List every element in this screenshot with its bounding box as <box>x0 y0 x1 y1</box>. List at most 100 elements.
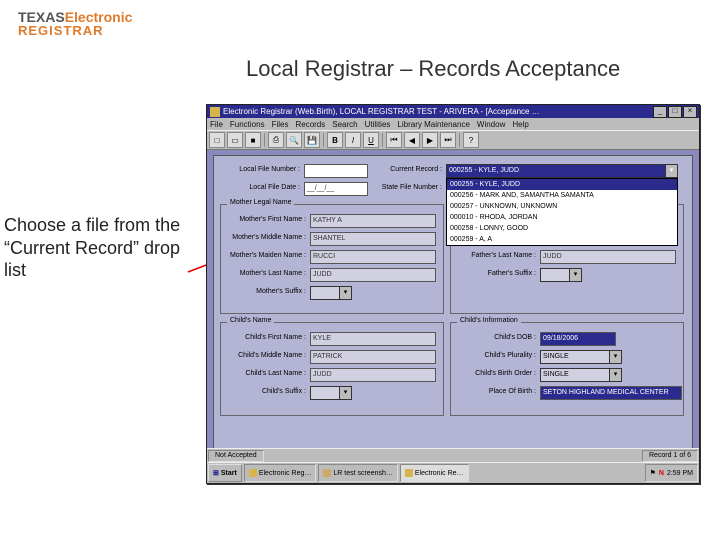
minimize-button[interactable]: _ <box>653 106 667 118</box>
instruction-text: Choose a file from the “Current Record” … <box>4 214 188 282</box>
bold-icon[interactable]: B <box>327 132 343 148</box>
mother-last-field[interactable]: JUDD <box>310 268 436 282</box>
taskbar-task[interactable]: Electronic Reg… <box>244 464 317 482</box>
current-record-combo[interactable]: 000255 - KYLE, JUDD ▾ <box>446 164 678 178</box>
child-last-field[interactable]: JUDD <box>310 368 436 382</box>
child-first-label: Child's First Name : <box>224 334 306 341</box>
menu-utilities[interactable]: Utilities <box>365 120 391 129</box>
menu-window[interactable]: Window <box>477 120 505 129</box>
father-last-field[interactable]: JUDD <box>540 250 676 264</box>
new-icon[interactable]: □ <box>209 132 225 148</box>
save-icon[interactable]: ■ <box>245 132 261 148</box>
chevron-down-icon[interactable]: ▾ <box>609 369 621 381</box>
child-plurality-combo[interactable]: SINGLE▾ <box>540 350 622 364</box>
toolbar-divider <box>382 133 383 147</box>
local-file-date-field[interactable]: __/__/__ <box>304 182 368 196</box>
texas-electronic-registrar-logo: TEXASElectronic REGISTRAR <box>18 10 132 37</box>
chevron-down-icon[interactable]: ▾ <box>665 165 677 177</box>
start-button[interactable]: ⊞ Start <box>208 464 242 482</box>
father-suffix-combo[interactable]: ▾ <box>540 268 582 282</box>
local-file-date-label: Local File Date : <box>220 184 300 191</box>
print-icon[interactable]: ⎙ <box>268 132 284 148</box>
menubar: File Functions Files Records Search Util… <box>207 118 699 130</box>
toolbar-divider <box>459 133 460 147</box>
clock: 2:59 PM <box>667 470 693 477</box>
app-icon <box>249 469 257 477</box>
mother-last-label: Mother's Last Name : <box>224 270 306 277</box>
maximize-button[interactable]: □ <box>668 106 682 118</box>
titlebar: Electronic Registrar (Web.Birth), LOCAL … <box>207 105 699 118</box>
dropdown-option[interactable]: 000258 - LONNY, GOOD <box>447 223 677 234</box>
child-info-title: Child's Information <box>457 317 521 324</box>
mother-first-label: Mother's First Name : <box>224 216 306 223</box>
child-group-title: Child's Name <box>227 317 274 324</box>
system-tray[interactable]: ⚑ N 2:59 PM <box>645 464 698 482</box>
window-title: Electronic Registrar (Web.Birth), LOCAL … <box>223 107 653 116</box>
mother-suffix-label: Mother's Suffix : <box>224 288 306 295</box>
dropdown-option[interactable]: 000010 - RHODA, JORDAN <box>447 212 677 223</box>
menu-functions[interactable]: Functions <box>230 120 265 129</box>
windows-icon: ⊞ <box>213 469 219 477</box>
taskbar-task[interactable]: LR test screensh… <box>318 464 398 482</box>
open-icon[interactable]: ▭ <box>227 132 243 148</box>
father-last-label: Father's Last Name : <box>454 252 536 259</box>
menu-search[interactable]: Search <box>332 120 357 129</box>
first-record-icon[interactable]: ⏮ <box>386 132 402 148</box>
child-dob-field[interactable]: 09/18/2006 <box>540 332 616 346</box>
last-record-icon[interactable]: ⏭ <box>440 132 456 148</box>
slide-title: Local Registrar – Records Acceptance <box>246 56 620 82</box>
menu-library[interactable]: Library Maintenance <box>397 120 469 129</box>
disk-icon[interactable]: 💾 <box>304 132 320 148</box>
chevron-down-icon[interactable]: ▾ <box>339 387 351 399</box>
local-file-number-field[interactable] <box>304 164 368 178</box>
statusbar: Not Accepted Record 1 of 6 <box>207 448 699 463</box>
birth-order-combo[interactable]: SINGLE▾ <box>540 368 622 382</box>
current-record-label: Current Record : <box>372 166 442 173</box>
dropdown-option[interactable]: 000255 - KYLE, JUDD <box>447 179 677 190</box>
status-not-accepted: Not Accepted <box>208 450 264 462</box>
local-file-number-label: Local File Number : <box>220 166 300 173</box>
tray-icon: N <box>659 470 664 477</box>
taskbar-task-active[interactable]: Electronic Re… <box>400 464 469 482</box>
next-record-icon[interactable]: ▶ <box>422 132 438 148</box>
chevron-down-icon[interactable]: ▾ <box>569 269 581 281</box>
birth-order-label: Child's Birth Order : <box>454 370 536 377</box>
dropdown-option[interactable]: 000256 - MARK AND, SAMANTHA SAMANTA <box>447 190 677 201</box>
father-suffix-label: Father's Suffix : <box>454 270 536 277</box>
child-first-field[interactable]: KYLE <box>310 332 436 346</box>
mother-middle-label: Mother's Middle Name : <box>224 234 306 241</box>
prev-record-icon[interactable]: ◀ <box>404 132 420 148</box>
underline-icon[interactable]: U <box>363 132 379 148</box>
menu-file[interactable]: File <box>210 120 223 129</box>
italic-icon[interactable]: I <box>345 132 361 148</box>
mother-middle-field[interactable]: SHANTEL <box>310 232 436 246</box>
place-of-birth-field[interactable]: SETON HIGHLAND MEDICAL CENTER <box>540 386 682 400</box>
close-button[interactable]: × <box>683 106 697 118</box>
mother-maiden-field[interactable]: RUCCI <box>310 250 436 264</box>
child-suffix-combo[interactable]: ▾ <box>310 386 352 400</box>
current-record-dropdown[interactable]: 000255 - KYLE, JUDD 000256 - MARK AND, S… <box>446 178 678 246</box>
chevron-down-icon[interactable]: ▾ <box>609 351 621 363</box>
menu-help[interactable]: Help <box>512 120 528 129</box>
toolbar-divider <box>264 133 265 147</box>
app-icon <box>210 107 220 117</box>
child-middle-field[interactable]: PATRICK <box>310 350 436 364</box>
menu-records[interactable]: Records <box>295 120 325 129</box>
tray-icon: ⚑ <box>650 469 656 477</box>
status-record-count: Record 1 of 6 <box>642 450 698 462</box>
place-of-birth-label: Place Of Birth : <box>454 388 536 395</box>
mother-suffix-combo[interactable]: ▾ <box>310 286 352 300</box>
dropdown-option[interactable]: 000259 - A, A <box>447 234 677 245</box>
mother-first-field[interactable]: KATHY A <box>310 214 436 228</box>
preview-icon[interactable]: 🔍 <box>286 132 302 148</box>
app-window: Electronic Registrar (Web.Birth), LOCAL … <box>206 104 700 484</box>
state-file-number-label: State File Number : <box>366 184 442 191</box>
chevron-down-icon[interactable]: ▾ <box>339 287 351 299</box>
child-dob-label: Child's DOB : <box>454 334 536 341</box>
taskbar: ⊞ Start Electronic Reg… LR test screensh… <box>207 462 699 483</box>
form-area: Local File Number : Current Record : 000… <box>213 155 693 461</box>
help-icon[interactable]: ? <box>463 132 479 148</box>
dropdown-option[interactable]: 000257 - UNKNOWN, UNKNOWN <box>447 201 677 212</box>
app-icon <box>405 469 413 477</box>
menu-files[interactable]: Files <box>272 120 289 129</box>
